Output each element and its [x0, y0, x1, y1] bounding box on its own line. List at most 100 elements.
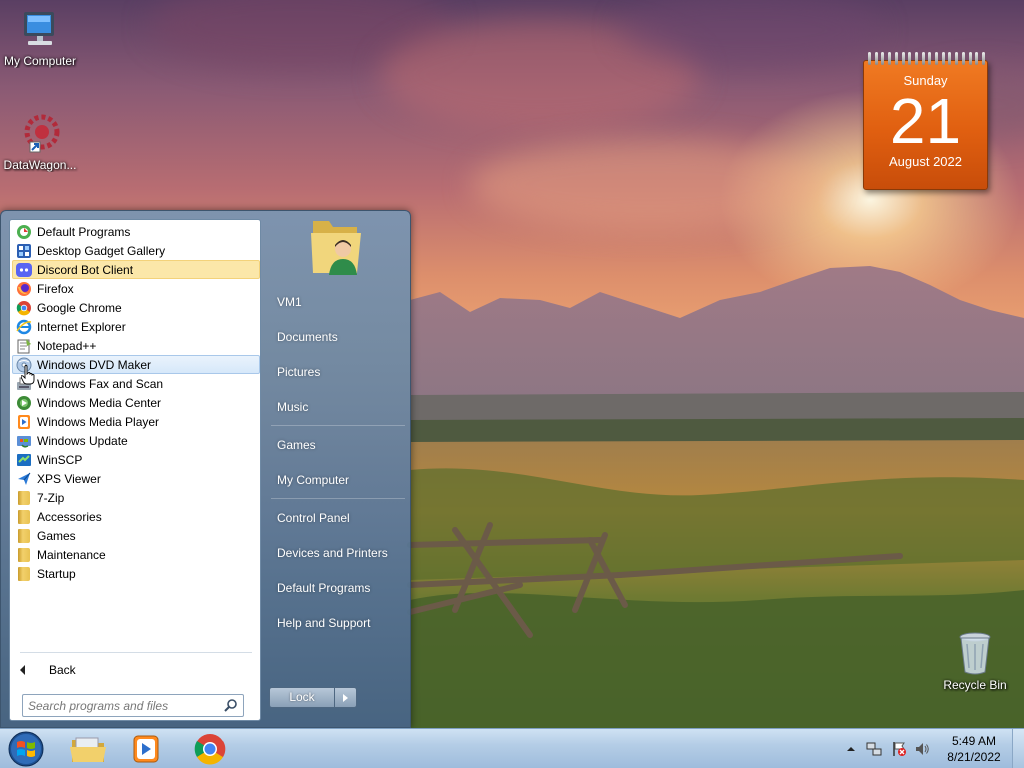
program-item[interactable]: Startup [12, 564, 260, 583]
places-item[interactable]: Help and Support [271, 609, 403, 637]
program-item[interactable]: Maintenance [12, 545, 260, 564]
recycle-bin-icon [959, 632, 991, 675]
places-item[interactable]: VM1 [271, 288, 403, 316]
discord-icon [16, 262, 32, 277]
folder-icon [18, 547, 30, 562]
system-clock[interactable]: 5:49 AM 8/21/2022 [930, 733, 1018, 765]
volume-icon[interactable] [914, 741, 930, 757]
program-item[interactable]: Games [12, 526, 260, 545]
program-item[interactable]: Discord Bot Client [12, 260, 260, 279]
calendar-rings [868, 52, 985, 66]
places-item[interactable]: Pictures [271, 358, 403, 386]
calendar-gadget[interactable]: Sunday 21 August 2022 [863, 52, 988, 190]
windows-update-icon [17, 435, 31, 448]
back-arrow-icon [20, 665, 25, 675]
program-item[interactable]: WinSCP [12, 450, 260, 469]
clock-time: 5:49 AM [951, 734, 997, 748]
places-item[interactable]: My Computer [271, 466, 403, 494]
program-label: Google Chrome [37, 300, 122, 315]
program-item[interactable]: Notepad++ [12, 336, 260, 355]
program-item[interactable]: Desktop Gadget Gallery [12, 241, 260, 260]
places-item[interactable]: Control Panel [271, 504, 403, 532]
program-label: Windows Update [37, 433, 128, 448]
gadget-gallery-icon [17, 243, 31, 258]
back-label: Back [49, 663, 76, 677]
taskbar: 5:49 AM 8/21/2022 [0, 728, 1024, 768]
program-label: Startup [37, 566, 76, 581]
program-label: Internet Explorer [37, 319, 126, 334]
places-item[interactable]: Default Programs [271, 574, 403, 602]
firefox-icon [17, 281, 31, 296]
program-item[interactable]: Windows Media Center [12, 393, 260, 412]
search-input[interactable] [23, 695, 223, 716]
program-item[interactable]: Internet Explorer [12, 317, 260, 336]
user-picture-icon[interactable] [307, 213, 367, 277]
windows-explorer-icon[interactable] [66, 732, 110, 766]
notepad-plus-plus-icon [17, 338, 31, 353]
folder-icon [18, 566, 30, 581]
back-button[interactable]: Back [20, 660, 76, 680]
mouse-cursor-hand-icon [21, 365, 35, 385]
chrome-icon[interactable] [188, 732, 232, 766]
media-center-icon [17, 395, 31, 410]
datawagon-icon [24, 114, 60, 153]
desktop-icon-recycle-bin[interactable]: Recycle Bin [935, 630, 1015, 692]
program-label: Notepad++ [37, 338, 97, 353]
program-item[interactable]: Default Programs [12, 222, 260, 241]
places-item[interactable]: Devices and Printers [271, 539, 403, 567]
lock-button[interactable]: Lock [269, 687, 335, 708]
calendar-date: 21 [889, 85, 962, 157]
program-label: Maintenance [37, 547, 106, 562]
program-label: Firefox [37, 281, 74, 296]
program-label: Games [37, 528, 76, 543]
divider [20, 652, 252, 653]
places-item[interactable]: Games [271, 431, 403, 459]
media-player-icon [18, 414, 30, 429]
program-label: Desktop Gadget Gallery [37, 243, 166, 258]
program-item[interactable]: Windows Update [12, 431, 260, 450]
folder-icon [18, 528, 30, 543]
start-menu: Default Programs Desktop Gadget Gallery Di… [0, 210, 411, 728]
media-player-icon[interactable] [124, 732, 168, 766]
program-item[interactable]: Accessories [12, 507, 260, 526]
folder-icon [18, 490, 30, 505]
shutdown-options-arrow-button[interactable] [335, 687, 357, 708]
program-item[interactable]: Windows Media Player [12, 412, 260, 431]
folder-icon [18, 509, 30, 524]
desktop-icon-label: Recycle Bin [943, 678, 1007, 692]
desktop-icon-label: My Computer [3, 54, 77, 68]
places-item[interactable]: Documents [271, 323, 403, 351]
places-divider [271, 498, 405, 499]
program-item[interactable]: Windows Fax and Scan [12, 374, 260, 393]
xps-viewer-icon [18, 472, 31, 485]
search-box[interactable] [22, 694, 244, 717]
program-label: Windows Media Player [37, 414, 160, 429]
desktop-icon-my-computer[interactable]: My Computer [0, 10, 80, 68]
default-programs-icon [17, 224, 31, 239]
desktop-icon-datawagon[interactable]: DataWagon... [0, 112, 80, 172]
computer-icon [24, 12, 54, 45]
show-hidden-icons-arrow[interactable] [843, 741, 859, 757]
start-button[interactable] [6, 730, 46, 768]
all-programs-pane: Default Programs Desktop Gadget Gallery Di… [9, 219, 261, 721]
places-pane: VM1 Documents Pictures Music Games My Compute… [267, 211, 410, 721]
program-item[interactable]: Windows DVD Maker [12, 355, 260, 374]
program-label: XPS Viewer [37, 471, 101, 486]
program-label: WinSCP [37, 452, 83, 467]
program-item[interactable]: Firefox [12, 279, 260, 298]
places-divider [271, 425, 405, 426]
program-item[interactable]: Google Chrome [12, 298, 260, 317]
places-item[interactable]: Music [271, 393, 403, 421]
calendar-month-year: August 2022 [888, 154, 962, 169]
network-icon[interactable] [866, 741, 882, 757]
program-item[interactable]: XPS Viewer [12, 469, 260, 488]
internet-explorer-icon [16, 319, 32, 334]
program-item[interactable]: 7-Zip [12, 488, 260, 507]
action-center-icon[interactable] [891, 741, 907, 757]
program-label: Accessories [37, 509, 102, 524]
search-icon[interactable] [223, 698, 239, 714]
show-desktop-button[interactable] [1012, 729, 1024, 768]
clock-date: 8/21/2022 [947, 750, 1001, 764]
program-label: Windows DVD Maker [37, 357, 152, 372]
program-list: Default Programs Desktop Gadget Gallery Di… [12, 222, 260, 583]
